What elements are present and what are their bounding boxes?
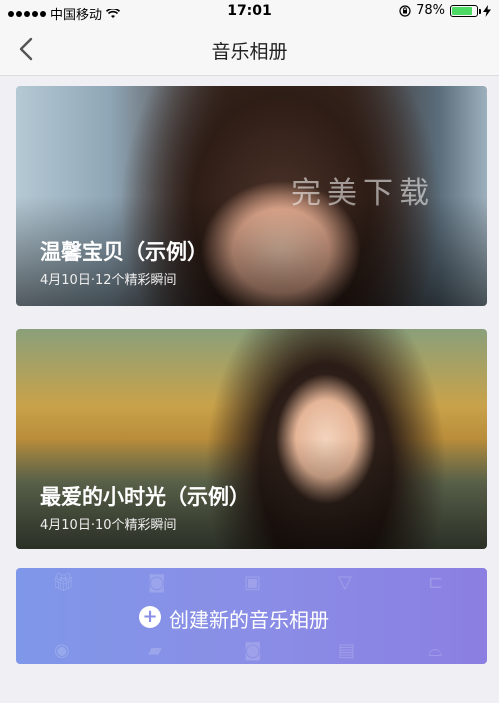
battery-percent: 78% bbox=[416, 3, 445, 18]
album-meta: 4月10日·12个精彩瞬间 bbox=[40, 273, 177, 288]
status-bar: 中国移动 17:01 78% bbox=[0, 0, 499, 23]
album-title: 最爱的小时光（示例） bbox=[40, 485, 250, 509]
nav-bar: 音乐相册 bbox=[0, 22, 499, 76]
image-icon: ▣ bbox=[244, 572, 262, 593]
battery-icon bbox=[450, 4, 481, 17]
dish-icon: ⌓ bbox=[428, 640, 443, 661]
sign-icon: ⊏ bbox=[428, 572, 444, 593]
page-title: 音乐相册 bbox=[211, 41, 288, 63]
camera-icon: ◙ bbox=[148, 572, 166, 593]
video-icon: ▰ bbox=[148, 640, 162, 661]
orientation-lock-icon bbox=[399, 4, 411, 17]
camera-icon: ◙ bbox=[244, 640, 262, 661]
create-album-button[interactable]: 🎁︎ ◙ ▣ ▽ ⊏ ◉ ▰ ◙ ▤ ⌓ + 创建新的音乐相册 bbox=[16, 568, 487, 664]
location-icon: ◉ bbox=[54, 640, 70, 661]
cocktail-icon: ▽ bbox=[338, 572, 352, 593]
album-card[interactable]: 最爱的小时光（示例） 4月10日·10个精彩瞬间 bbox=[16, 329, 487, 549]
album-title: 温馨宝贝（示例） bbox=[40, 240, 208, 264]
album-meta: 4月10日·10个精彩瞬间 bbox=[40, 518, 177, 533]
cake-icon: ▤ bbox=[338, 640, 356, 661]
plus-circle-icon: + bbox=[139, 606, 161, 628]
gift-icon: 🎁︎ bbox=[52, 572, 75, 593]
create-album-label: 创建新的音乐相册 bbox=[169, 608, 329, 632]
charging-icon bbox=[483, 4, 491, 17]
album-card[interactable]: 完美下载 温馨宝贝（示例） 4月10日·12个精彩瞬间 bbox=[16, 86, 487, 306]
